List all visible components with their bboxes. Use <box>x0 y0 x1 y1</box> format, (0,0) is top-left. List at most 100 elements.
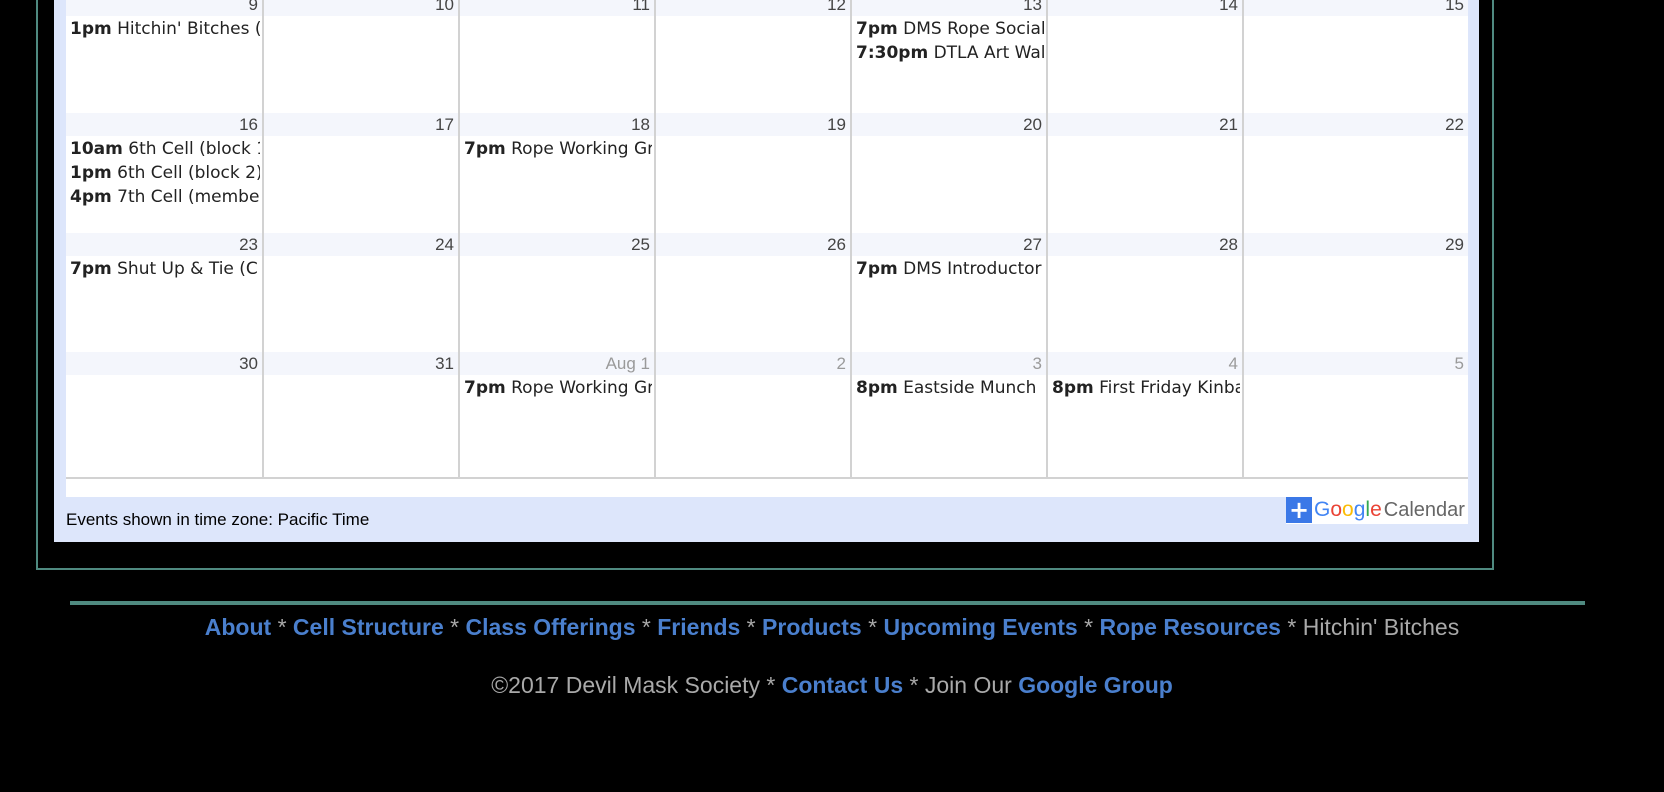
event-title: Rope Working Gr <box>511 139 652 159</box>
day-number: 9 <box>66 0 262 16</box>
calendar-event[interactable]: 7pm DMS Rope Social <box>856 17 1044 41</box>
separator: * <box>1280 614 1303 640</box>
footer-nav-rope-resources[interactable]: Rope Resources <box>1099 614 1281 640</box>
event-title: DMS Rope Social <box>903 19 1044 39</box>
calendar-week-row: 30 31 Aug 1 7pm Rope Working Gr 2 3 8pm Eastsi… <box>66 352 1468 479</box>
day-number: 24 <box>264 233 458 256</box>
calendar-day-cell[interactable]: 16 10am 6th Cell (block 1 1pm 6th Cell (bl… <box>66 113 262 240</box>
separator: * <box>271 614 293 640</box>
calendar-event[interactable]: 7pm Shut Up & Tie (C <box>70 257 260 281</box>
day-number: 11 <box>460 0 654 16</box>
calendar-day-cell[interactable]: 29 <box>1242 233 1468 360</box>
event-time: 10am <box>70 139 123 159</box>
calendar-day-cell[interactable]: 5 <box>1242 352 1468 479</box>
calendar-day-cell[interactable]: 28 <box>1046 233 1242 360</box>
calendar-day-cell[interactable]: 25 <box>458 233 654 360</box>
calendar-day-cell[interactable]: 26 <box>654 233 850 360</box>
event-title: 6th Cell (block 2) <box>117 163 260 183</box>
calendar-event[interactable]: 7:30pm DTLA Art Walk <box>856 41 1044 65</box>
footer-nav-cell-structure[interactable]: Cell Structure <box>293 614 444 640</box>
day-events: 7pm Shut Up & Tie (C <box>70 257 260 281</box>
footer-nav: About * Cell Structure * Class Offerings… <box>0 614 1664 641</box>
calendar-day-cell[interactable]: 4 8pm First Friday Kinba <box>1046 352 1242 479</box>
separator: * <box>903 672 925 698</box>
google-logo-letter: e <box>1370 498 1382 521</box>
event-title: 7th Cell (membe <box>117 187 260 207</box>
calendar-event[interactable]: 7pm DMS Introductor <box>856 257 1044 281</box>
event-time: 7pm <box>70 259 112 279</box>
separator: * <box>861 614 884 640</box>
event-time: 7pm <box>856 19 898 39</box>
join-text: Join Our <box>924 672 1012 698</box>
footer-nav-friends[interactable]: Friends <box>657 614 740 640</box>
calendar-day-cell[interactable]: 30 <box>66 352 262 479</box>
footer-nav-upcoming-events[interactable]: Upcoming Events <box>883 614 1077 640</box>
day-events: 8pm First Friday Kinba <box>1052 376 1240 400</box>
day-events: 7pm Rope Working Gr <box>464 137 652 161</box>
event-title: DTLA Art Walk <box>933 43 1044 63</box>
day-number: 4 <box>1048 352 1242 375</box>
calendar-word: Calendar <box>1383 498 1465 521</box>
contact-us-link[interactable]: Contact Us <box>782 672 903 698</box>
calendar-event[interactable]: 8pm Eastside Munch <box>856 376 1044 400</box>
event-title: Shut Up & Tie (C <box>117 259 258 279</box>
calendar-event[interactable]: 1pm Hitchin' Bitches ( <box>70 17 260 41</box>
google-logo-letter: G <box>1314 498 1331 521</box>
google-group-link[interactable]: Google Group <box>1018 672 1173 698</box>
footer-nav-class-offerings[interactable]: Class Offerings <box>465 614 635 640</box>
day-number: 14 <box>1048 0 1242 16</box>
day-number: 3 <box>852 352 1046 375</box>
calendar-day-cell[interactable]: 3 8pm Eastside Munch <box>850 352 1046 479</box>
calendar-day-cell[interactable]: Aug 1 7pm Rope Working Gr <box>458 352 654 479</box>
calendar-day-cell[interactable]: 22 <box>1242 113 1468 240</box>
calendar-week-row: 23 7pm Shut Up & Tie (C 24 25 26 27 7pm DMS In… <box>66 233 1468 360</box>
calendar-day-cell[interactable]: 9 1pm Hitchin' Bitches ( <box>66 0 262 120</box>
calendar-day-cell[interactable]: 19 <box>654 113 850 240</box>
calendar-day-cell[interactable]: 17 <box>262 113 458 240</box>
day-number: 18 <box>460 113 654 136</box>
event-title: Eastside Munch <box>903 378 1037 398</box>
calendar-day-cell[interactable]: 24 <box>262 233 458 360</box>
day-number: 5 <box>1244 352 1468 375</box>
separator: * <box>1077 614 1100 640</box>
day-number: 27 <box>852 233 1046 256</box>
day-number: 15 <box>1244 0 1468 16</box>
footer-divider <box>70 601 1585 605</box>
event-title: Hitchin' Bitches ( <box>117 19 260 39</box>
day-number: 31 <box>264 352 458 375</box>
calendar-day-cell[interactable]: 15 <box>1242 0 1468 120</box>
day-number: Aug 1 <box>460 352 654 375</box>
calendar-day-cell[interactable]: 21 <box>1046 113 1242 240</box>
calendar-day-cell[interactable]: 12 <box>654 0 850 120</box>
footer-nav-products[interactable]: Products <box>762 614 862 640</box>
day-number: 28 <box>1048 233 1242 256</box>
calendar-day-cell[interactable]: 10 <box>262 0 458 120</box>
calendar-day-cell[interactable]: 14 <box>1046 0 1242 120</box>
day-events: 7pm DMS Rope Social 7:30pm DTLA Art Walk <box>856 17 1044 65</box>
calendar-day-cell[interactable]: 23 7pm Shut Up & Tie (C <box>66 233 262 360</box>
google-logo-letter: o <box>1342 498 1354 521</box>
calendar-day-cell[interactable]: 27 7pm DMS Introductor <box>850 233 1046 360</box>
event-time: 7pm <box>464 378 506 398</box>
calendar-event[interactable]: 10am 6th Cell (block 1 <box>70 137 260 161</box>
calendar-day-cell[interactable]: 13 7pm DMS Rope Social 7:30pm DTLA Art Wal… <box>850 0 1046 120</box>
calendar-day-cell[interactable]: 18 7pm Rope Working Gr <box>458 113 654 240</box>
embedded-google-calendar: 9 1pm Hitchin' Bitches (10 11 12 13 7pm DMS R… <box>54 0 1479 542</box>
calendar-event[interactable]: 1pm 6th Cell (block 2) <box>70 161 260 185</box>
day-events: 7pm DMS Introductor <box>856 257 1044 281</box>
calendar-day-cell[interactable]: 2 <box>654 352 850 479</box>
calendar-event[interactable]: 7pm Rope Working Gr <box>464 137 652 161</box>
footer-nav-about[interactable]: About <box>205 614 271 640</box>
day-number: 30 <box>66 352 262 375</box>
calendar-event[interactable]: 4pm 7th Cell (membe <box>70 185 260 209</box>
add-to-google-calendar-button[interactable]: + Google Calendar <box>1286 496 1468 524</box>
calendar-event[interactable]: 8pm First Friday Kinba <box>1052 376 1240 400</box>
day-number: 19 <box>656 113 850 136</box>
day-number: 20 <box>852 113 1046 136</box>
calendar-day-cell[interactable]: 11 <box>458 0 654 120</box>
calendar-day-cell[interactable]: 20 <box>850 113 1046 240</box>
calendar-event[interactable]: 7pm Rope Working Gr <box>464 376 652 400</box>
day-number: 10 <box>264 0 458 16</box>
day-number: 2 <box>656 352 850 375</box>
calendar-day-cell[interactable]: 31 <box>262 352 458 479</box>
